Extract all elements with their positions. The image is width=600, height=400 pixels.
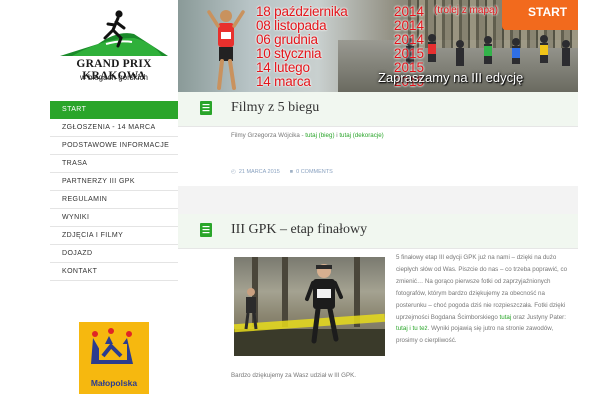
photos-link-pater[interactable]: tutaj i tu też (396, 325, 428, 332)
site-logo[interactable]: GRAND PRIX KRAKOWA w biegach górskich (50, 0, 178, 92)
event-year: 2015 (394, 46, 425, 61)
photo-tree (282, 257, 288, 327)
main-navigation: START ZGŁOSZENIA - 14 MARCA PODSTAWOWE I… (50, 101, 178, 281)
nav-item-kontakt[interactable]: KONTAKT (50, 263, 178, 281)
header-banner: START 18 października 2014 (trolej z map… (178, 0, 578, 92)
event-date: 08 listopada (256, 18, 327, 33)
event-year: 2014 (394, 32, 425, 47)
event-date: 18 października (256, 4, 348, 19)
main-content: Filmy z 5 biegu Filmy Grzegorza Wójcika … (178, 92, 578, 400)
post-header: Filmy z 5 biegu (178, 92, 578, 126)
sponsor-logo-malopolska[interactable]: Małopolska (79, 322, 149, 394)
post-text: oraz Justyny Pater: (511, 313, 566, 321)
post-comments-link[interactable]: 0 COMMENTS (296, 169, 333, 175)
malopolska-crown-icon (91, 328, 133, 364)
post-meta: ◴ 21 MARCA 2015 ■ 0 COMMENTS (231, 169, 333, 175)
event-date: 06 grudnia (256, 32, 318, 47)
event-date: 10 stycznia (256, 46, 322, 61)
nav-item-partnerzy[interactable]: PARTNERZY III GPK (50, 173, 178, 191)
event-note: (trolej z mapą) (434, 5, 498, 16)
nav-item-podstawowe-informacje[interactable]: PODSTAWOWE INFORMACJE (50, 137, 178, 155)
post-separator-band (178, 186, 578, 214)
post-header: III GPK – etap finałowy (178, 214, 578, 248)
nav-item-zdjecia-i-filmy[interactable]: ZDJĘCIA I FILMY (50, 227, 178, 245)
nav-item-start[interactable]: START (50, 101, 178, 119)
logo-subtitle: w biegach górskich (79, 73, 149, 82)
banner-invite: Zapraszamy na III edycję (378, 70, 524, 85)
post-title-link[interactable]: III GPK – etap finałowy (231, 222, 367, 238)
sponsor-label: Małopolska (90, 378, 138, 388)
event-year: 2014 (394, 4, 425, 19)
banner-runner-image (207, 10, 245, 90)
event-year: 2014 (394, 18, 425, 33)
nav-list: START ZGŁOSZENIA - 14 MARCA PODSTAWOWE I… (50, 101, 178, 281)
video-link-dekoracje[interactable]: tutaj (dekoracje) (339, 132, 383, 139)
nav-item-dojazd[interactable]: DOJAZD (50, 245, 178, 263)
photos-link-scimborski[interactable]: tutaj (500, 314, 512, 321)
nav-item-regulamin[interactable]: REGULAMIN (50, 191, 178, 209)
video-link-bieg[interactable]: tutaj (bieg) (305, 132, 334, 139)
post-footer-text: Bardzo dziękujemy za Wasz udział w III G… (231, 372, 356, 379)
nav-item-wyniki[interactable]: WYNIKI (50, 209, 178, 227)
photo-runner (305, 264, 343, 344)
event-date: 14 lutego (256, 60, 310, 75)
calendar-icon: ◴ (231, 169, 236, 175)
event-date: 14 marca (256, 74, 311, 89)
photo-runner (244, 288, 258, 330)
document-icon (200, 223, 212, 237)
site-header: GRAND PRIX KRAKOWA w biegach górskich ST… (50, 0, 578, 92)
start-arch: START (502, 0, 578, 30)
post-excerpt: Filmy Grzegorza Wójcika - tutaj (bieg) i… (231, 132, 384, 139)
post-body: 5 finałowy etap III edycji GPK już na na… (396, 252, 572, 347)
comment-icon: ■ (289, 169, 294, 175)
start-sign: START (528, 5, 568, 19)
document-icon (200, 101, 212, 115)
nav-item-zgloszenia[interactable]: ZGŁOSZENIA - 14 MARCA (50, 119, 178, 137)
post-photo[interactable] (234, 257, 385, 356)
nav-item-trasa[interactable]: TRASA (50, 155, 178, 173)
divider (178, 248, 578, 249)
post-title-link[interactable]: Filmy z 5 biegu (231, 100, 319, 116)
divider (178, 126, 578, 127)
post-text: 5 finałowy etap III edycji GPK już na na… (396, 254, 568, 321)
post-date-link[interactable]: 21 MARCA 2015 (239, 169, 280, 175)
post-text: Filmy Grzegorza Wójcika - (231, 132, 306, 139)
mountain-runner-logo-icon (60, 10, 168, 56)
